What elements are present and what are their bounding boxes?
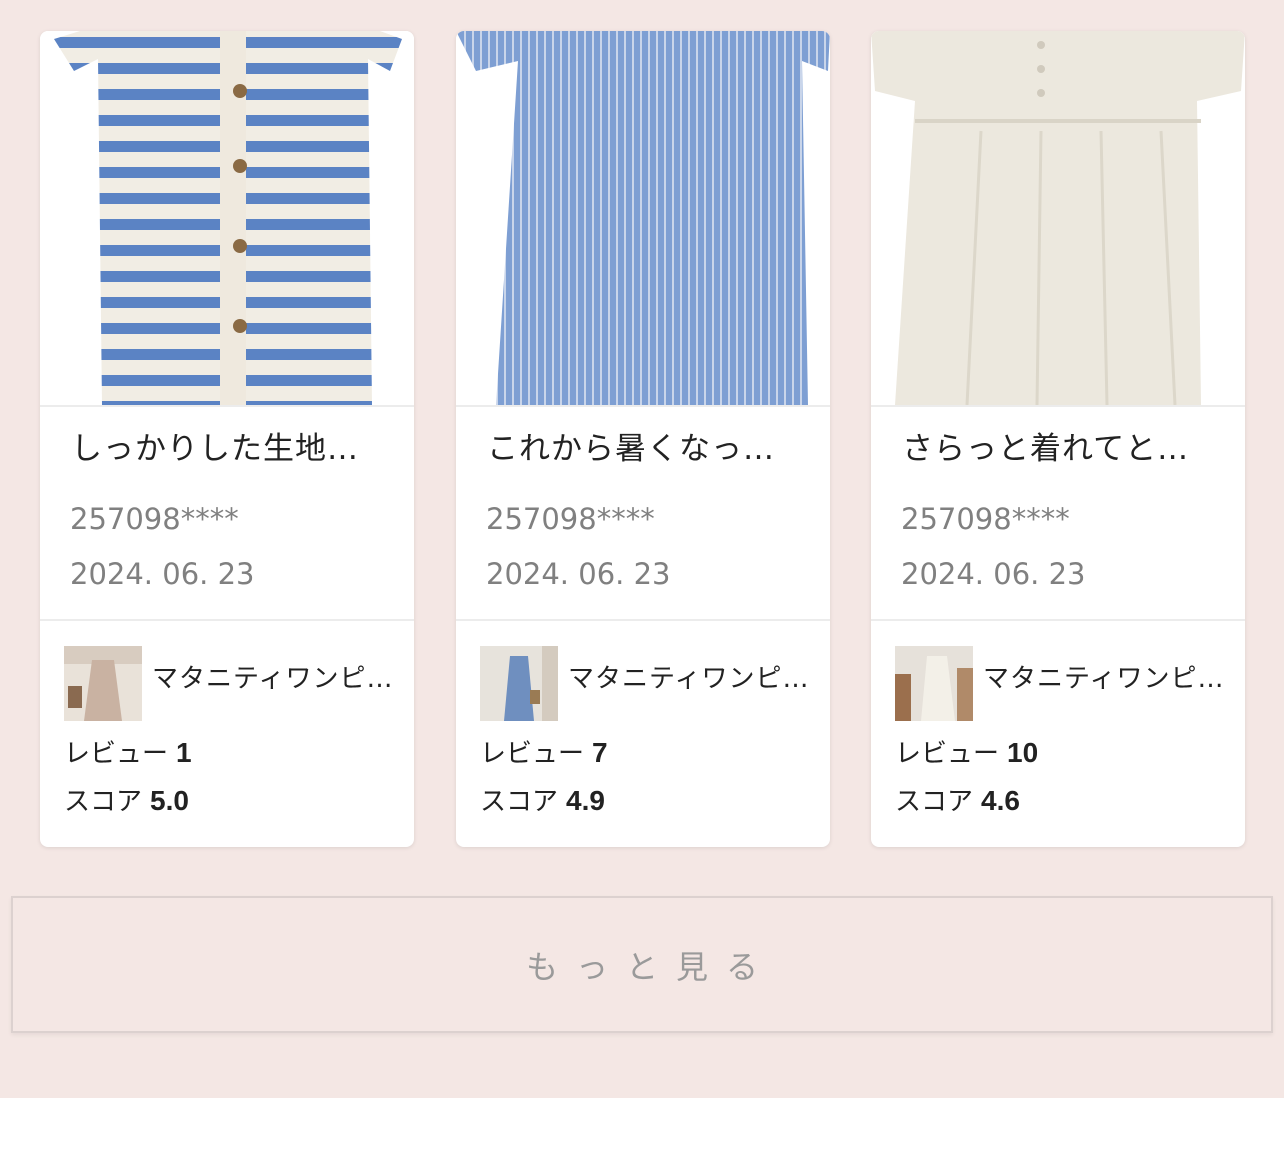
reviewer-id: 257098**** — [901, 502, 1070, 536]
divider — [871, 619, 1245, 621]
product-thumbnail[interactable] — [895, 646, 973, 721]
review-count: レビュー 10 — [895, 736, 1038, 771]
striped-dress-photo[interactable] — [40, 31, 414, 405]
review-text[interactable]: しっかりした生地… — [71, 427, 391, 471]
review-count-value: 7 — [592, 737, 608, 768]
review-count: レビュー 1 — [64, 736, 192, 771]
score: スコア 4.9 — [480, 784, 605, 819]
reviewer-id: 257098**** — [70, 502, 239, 536]
score-label: スコア — [64, 787, 143, 817]
review-card[interactable]: さらっと着れてと… 257098**** 2024. 06. 23 マタニティワ… — [871, 31, 1245, 847]
review-count-value: 1 — [176, 737, 192, 768]
review-count-label: レビュー — [895, 739, 1000, 769]
divider — [40, 619, 414, 621]
score-value: 4.6 — [981, 785, 1020, 816]
review-count-value: 10 — [1007, 737, 1039, 768]
review-date: 2024. 06. 23 — [486, 557, 671, 591]
score-value: 4.9 — [566, 785, 605, 816]
show-more-label: もっと見る — [525, 947, 776, 986]
score: スコア 5.0 — [64, 784, 189, 819]
review-count: レビュー 7 — [480, 736, 608, 771]
blue-dress-photo[interactable] — [456, 31, 830, 405]
product-name[interactable]: マタニティワンピ… — [983, 661, 1233, 697]
review-text[interactable]: さらっと着れてと… — [902, 427, 1222, 471]
reviews-section: しっかりした生地… 257098**** 2024. 06. 23 マタニティワ… — [0, 0, 1284, 1098]
score-label: スコア — [895, 787, 974, 817]
score-value: 5.0 — [150, 785, 189, 816]
divider — [871, 405, 1245, 407]
divider — [40, 405, 414, 407]
review-text[interactable]: これから暑くなっ… — [487, 427, 807, 471]
review-card[interactable]: これから暑くなっ… 257098**** 2024. 06. 23 マタニティワ… — [456, 31, 830, 847]
product-thumbnail[interactable] — [64, 646, 142, 721]
review-card[interactable]: しっかりした生地… 257098**** 2024. 06. 23 マタニティワ… — [40, 31, 414, 847]
product-thumbnail[interactable] — [480, 646, 558, 721]
divider — [456, 619, 830, 621]
product-name[interactable]: マタニティワンピ… — [152, 661, 402, 697]
review-count-label: レビュー — [64, 739, 169, 769]
review-date: 2024. 06. 23 — [901, 557, 1086, 591]
review-date: 2024. 06. 23 — [70, 557, 255, 591]
score-label: スコア — [480, 787, 559, 817]
show-more-button[interactable]: もっと見る — [11, 896, 1273, 1033]
white-dress-photo[interactable] — [871, 31, 1245, 405]
divider — [456, 405, 830, 407]
review-count-label: レビュー — [480, 739, 585, 769]
score: スコア 4.6 — [895, 784, 1020, 819]
reviewer-id: 257098**** — [486, 502, 655, 536]
product-name[interactable]: マタニティワンピ… — [568, 661, 818, 697]
